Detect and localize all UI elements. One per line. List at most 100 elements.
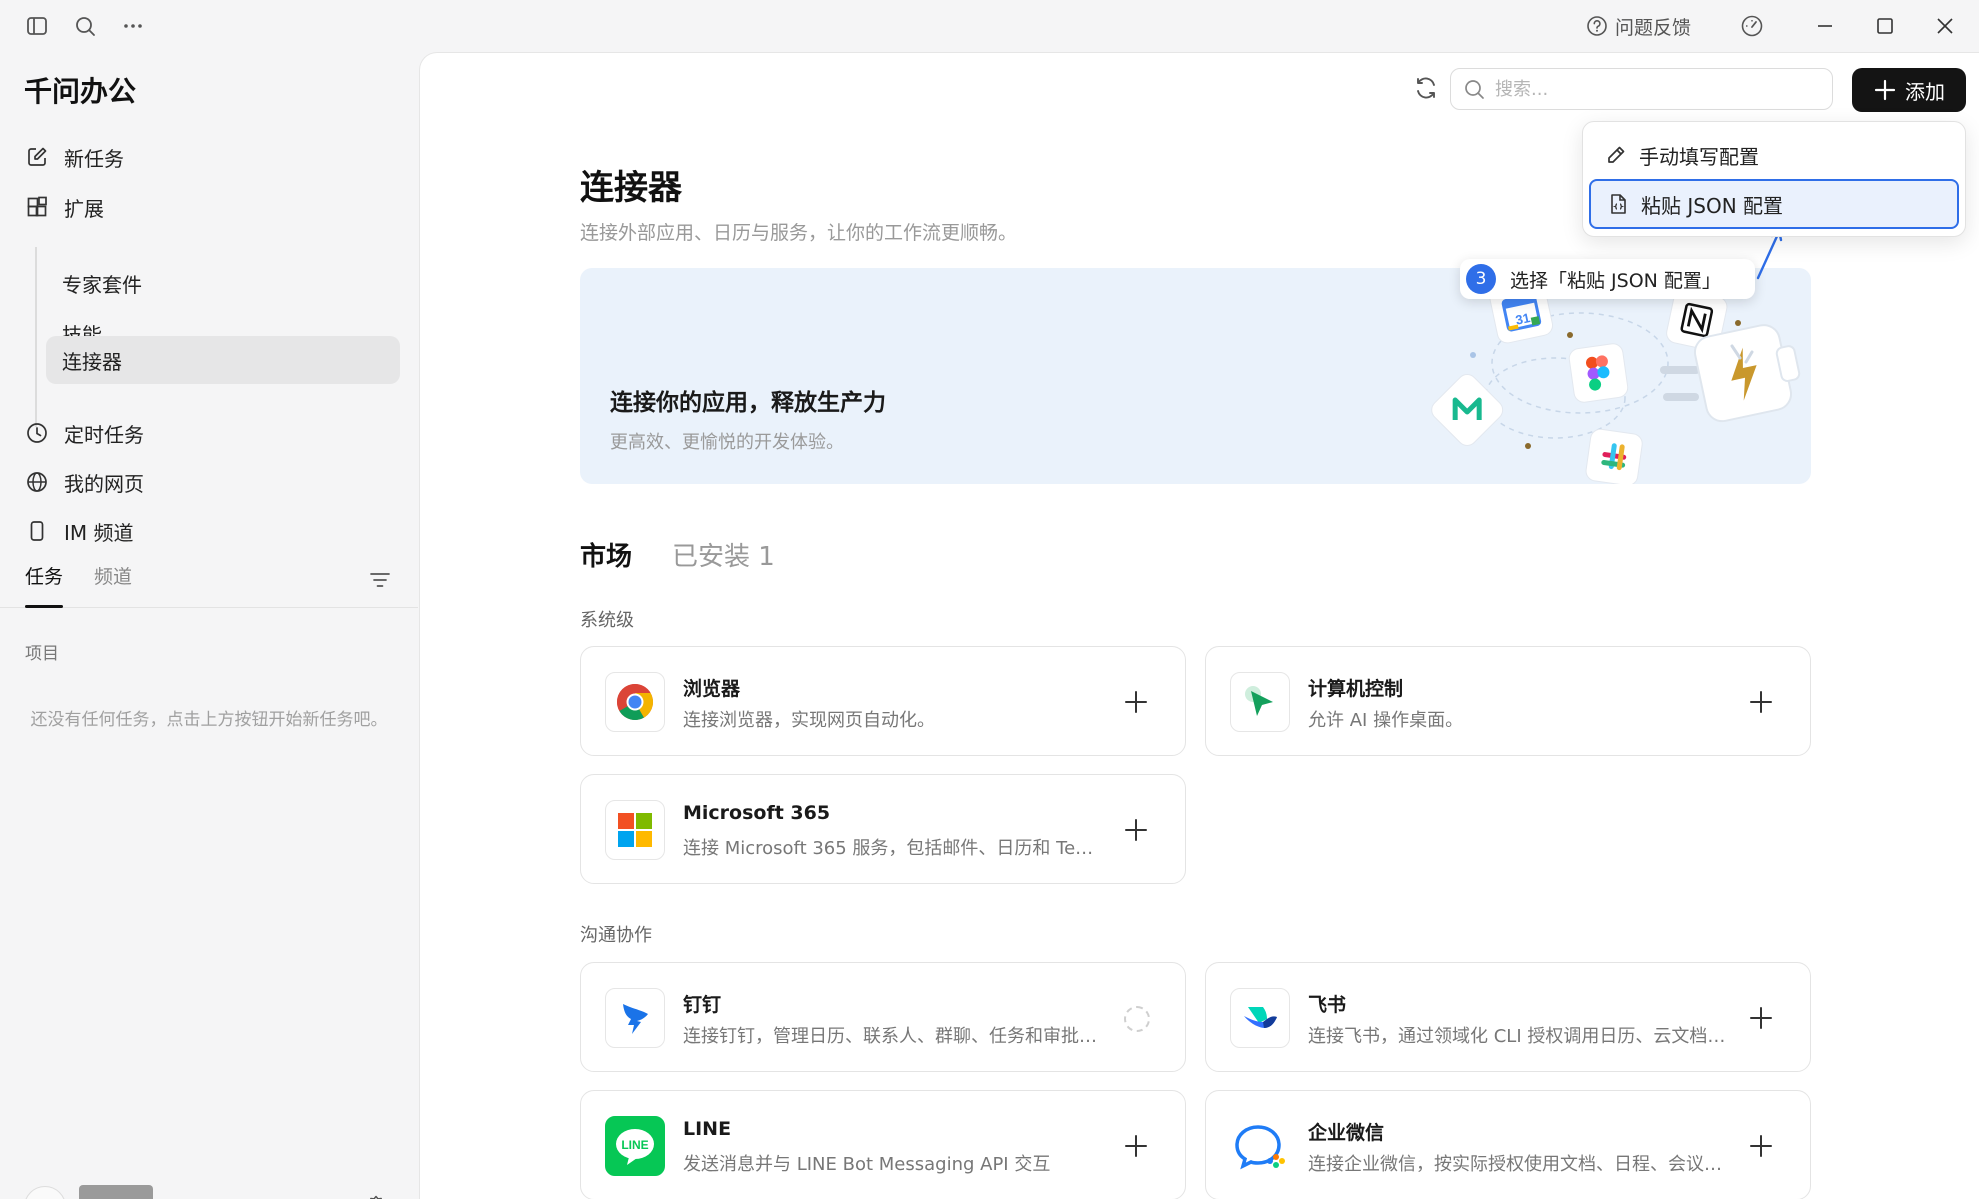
help-icon (1587, 16, 1607, 36)
line-logo-text: LINE (621, 1138, 648, 1152)
nav-label: IM 频道 (64, 520, 134, 545)
nav-label: 连接器 (62, 349, 122, 374)
hero-banner: 连接你的应用，释放生产力 更高效、更愉悦的开发体验。 31 (580, 268, 1811, 484)
globe-icon (24, 469, 50, 495)
phone-icon (24, 518, 50, 544)
connector-card-dingtalk[interactable]: 钉钉 连接钉钉，管理日历、联系人、群聊、任务和审批… (580, 962, 1186, 1072)
refresh-icon[interactable] (1412, 74, 1442, 104)
gauge-icon[interactable] (1739, 13, 1765, 39)
add-connector-icon[interactable] (1121, 687, 1151, 717)
avatar[interactable]: 白 (24, 1186, 66, 1199)
card-name: 企业微信 (1308, 1122, 1385, 1144)
dingtalk-icon (605, 988, 665, 1048)
app-brand: 千问办公 (24, 75, 137, 108)
tab-market[interactable]: 市场 (580, 536, 632, 573)
close-icon[interactable] (1932, 13, 1958, 39)
card-desc: 连接 Microsoft 365 服务，包括邮件、日历和 Tea… (683, 838, 1103, 859)
add-dropdown-menu: 手动填写配置 粘贴 JSON 配置 (1582, 121, 1966, 237)
cursor-icon (1230, 672, 1290, 732)
nav-label: 定时任务 (64, 422, 144, 447)
add-connector-icon[interactable] (1121, 1131, 1151, 1161)
nav-my-pages[interactable]: 我的网页 (24, 458, 144, 506)
feedback-button[interactable]: 问题反馈 (1586, 12, 1691, 40)
section-label-system: 系统级 (580, 610, 634, 631)
sidebar: 千问办公 新任务 扩展 专家套件 技能 连接器 定时任务 我的网页 IM 频道 … (0, 52, 418, 1199)
menu-item-label: 手动填写配置 (1639, 144, 1759, 169)
nav-extensions[interactable]: 扩展 (24, 183, 104, 231)
nav-connectors[interactable]: 连接器 (46, 336, 400, 384)
nav-label: 扩展 (64, 196, 104, 221)
card-name: 钉钉 (683, 994, 722, 1016)
card-name: LINE (683, 1118, 732, 1140)
card-name: Microsoft 365 (683, 802, 831, 824)
connector-card-computer-control[interactable]: 计算机控制 允许 AI 操作桌面。 (1205, 646, 1811, 756)
add-connector-icon[interactable] (1121, 815, 1151, 845)
hero-illustration: 31 (1431, 279, 1801, 484)
page-subtitle: 连接外部应用、日历与服务，让你的工作流更顺畅。 (580, 222, 1018, 244)
minimize-icon[interactable] (1812, 13, 1838, 39)
card-desc: 连接企业微信，按实际授权使用文档、日程、会议… (1308, 1154, 1722, 1175)
nav-scheduled-tasks[interactable]: 定时任务 (24, 409, 144, 457)
tab-installed[interactable]: 已安装 1 (672, 536, 775, 573)
menu-item-paste-json[interactable]: 粘贴 JSON 配置 (1589, 179, 1959, 229)
card-desc: 连接飞书，通过领域化 CLI 授权调用日历、云文档… (1308, 1026, 1726, 1047)
wecom-icon (1230, 1116, 1290, 1176)
json-file-icon (1611, 194, 1626, 214)
card-name: 计算机控制 (1308, 678, 1404, 700)
search-input[interactable] (1495, 78, 1815, 100)
step-number-badge: 3 (1466, 264, 1496, 294)
menu-item-label: 粘贴 JSON 配置 (1641, 193, 1784, 218)
add-connector-icon[interactable] (1746, 687, 1776, 717)
settings-icon[interactable] (364, 1194, 390, 1199)
connector-card-feishu[interactable]: 飞书 连接飞书，通过领域化 CLI 授权调用日历、云文档… (1205, 962, 1811, 1072)
connector-card-wecom[interactable]: 企业微信 连接企业微信，按实际授权使用文档、日程、会议… (1205, 1090, 1811, 1199)
title-bar: 问题反馈 (0, 0, 1979, 52)
pencil-icon (1608, 146, 1625, 163)
nav-new-task[interactable]: 新任务 (24, 133, 124, 181)
more-icon[interactable] (120, 13, 146, 39)
redacted-username (79, 1185, 153, 1199)
nav-label: 我的网页 (64, 471, 144, 496)
loading-spinner-icon (1124, 1006, 1150, 1032)
nav-im-channels[interactable]: IM 频道 (24, 507, 134, 555)
hero-title: 连接你的应用，释放生产力 (610, 390, 886, 416)
submenu-guide-line (35, 247, 37, 427)
card-name: 浏览器 (683, 678, 741, 700)
search-icon[interactable] (72, 13, 98, 39)
plus-icon (1874, 79, 1896, 101)
tab-tasks[interactable]: 任务 (25, 562, 64, 608)
tutorial-callout: 3 选择「粘贴 JSON 配置」 (1460, 259, 1755, 299)
edit-icon (24, 144, 50, 170)
add-connector-icon[interactable] (1746, 1003, 1776, 1033)
connector-card-microsoft365[interactable]: Microsoft 365 连接 Microsoft 365 服务，包括邮件、日… (580, 774, 1186, 884)
connector-card-line[interactable]: LINE LINE 发送消息并与 LINE Bot Messaging API … (580, 1090, 1186, 1199)
empty-task-tip: 还没有任何任务，点击上方按钮开始新任务吧。 (30, 710, 388, 730)
add-button[interactable]: 添加 (1852, 68, 1966, 112)
card-name: 飞书 (1308, 994, 1347, 1016)
nav-label: 专家套件 (62, 272, 142, 297)
section-label-communication: 沟通协作 (580, 925, 652, 946)
extensions-icon (24, 194, 50, 220)
sidebar-toggle-icon[interactable] (24, 13, 50, 39)
tab-channels[interactable]: 频道 (94, 562, 132, 608)
menu-item-manual-config[interactable]: 手动填写配置 (1589, 130, 1959, 180)
connector-card-browser[interactable]: 浏览器 连接浏览器，实现网页自动化。 (580, 646, 1186, 756)
maximize-icon[interactable] (1872, 13, 1898, 39)
nav-label: 新任务 (64, 146, 124, 171)
nav-expert-suite[interactable]: 专家套件 (46, 259, 400, 307)
page-title: 连接器 (580, 168, 682, 208)
search-icon (1465, 80, 1484, 99)
search-box[interactable] (1450, 68, 1833, 110)
filter-icon[interactable] (368, 568, 394, 594)
card-desc: 连接浏览器，实现网页自动化。 (683, 710, 935, 731)
card-desc: 发送消息并与 LINE Bot Messaging API 交互 (683, 1154, 1051, 1175)
feishu-icon (1230, 988, 1290, 1048)
chrome-icon (605, 672, 665, 732)
microsoft-icon (605, 800, 665, 860)
feedback-label: 问题反馈 (1615, 16, 1692, 39)
add-connector-icon[interactable] (1746, 1131, 1776, 1161)
hero-subtitle: 更高效、更愉悦的开发体验。 (610, 432, 844, 453)
callout-text: 选择「粘贴 JSON 配置」 (1510, 269, 1721, 292)
card-desc: 连接钉钉，管理日历、联系人、群聊、任务和审批… (683, 1026, 1097, 1047)
clock-icon (24, 420, 50, 446)
